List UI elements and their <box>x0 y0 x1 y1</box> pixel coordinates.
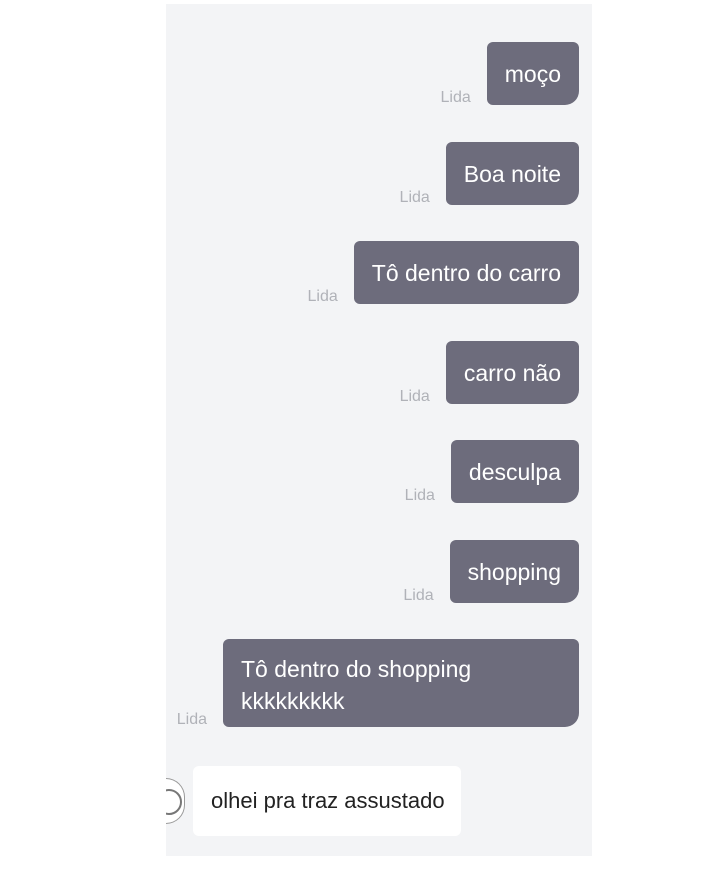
outgoing-message-bubble[interactable]: desculpa <box>450 440 579 503</box>
message-row: Lida Tô dentro do carro <box>307 241 579 305</box>
outgoing-message-bubble[interactable]: shopping <box>449 540 579 603</box>
message-row: Lida shopping <box>403 540 579 604</box>
message-row: Lida carro não <box>399 341 579 405</box>
message-row: Lida desculpa <box>404 440 579 504</box>
avatar[interactable] <box>166 778 185 824</box>
outgoing-message-bubble[interactable]: Tô dentro do carro <box>353 241 579 304</box>
sender-label: Lida <box>176 711 207 728</box>
incoming-message-bubble[interactable]: olhei pra traz assustado <box>193 766 461 836</box>
incoming-message-row: olhei pra traz assustado <box>166 766 461 836</box>
outgoing-message-bubble[interactable]: Boa noite <box>445 142 579 205</box>
message-row: Lida Tô dentro do shopping kkkkkkkkk <box>176 639 579 728</box>
message-row: Lida moço <box>440 42 579 106</box>
sender-label: Lida <box>440 89 471 106</box>
sender-label: Lida <box>399 388 430 405</box>
outgoing-message-bubble[interactable]: carro não <box>445 341 579 404</box>
sender-label: Lida <box>404 487 435 504</box>
outgoing-message-bubble[interactable]: Tô dentro do shopping kkkkkkkkk <box>223 639 579 727</box>
sender-label: Lida <box>403 587 434 604</box>
sender-label: Lida <box>399 189 430 206</box>
chat-panel: Lida moço Lida Boa noite Lida Tô dentro … <box>166 4 592 856</box>
outgoing-message-bubble[interactable]: moço <box>486 42 579 105</box>
message-row: Lida Boa noite <box>399 142 579 206</box>
sender-label: Lida <box>307 288 338 305</box>
